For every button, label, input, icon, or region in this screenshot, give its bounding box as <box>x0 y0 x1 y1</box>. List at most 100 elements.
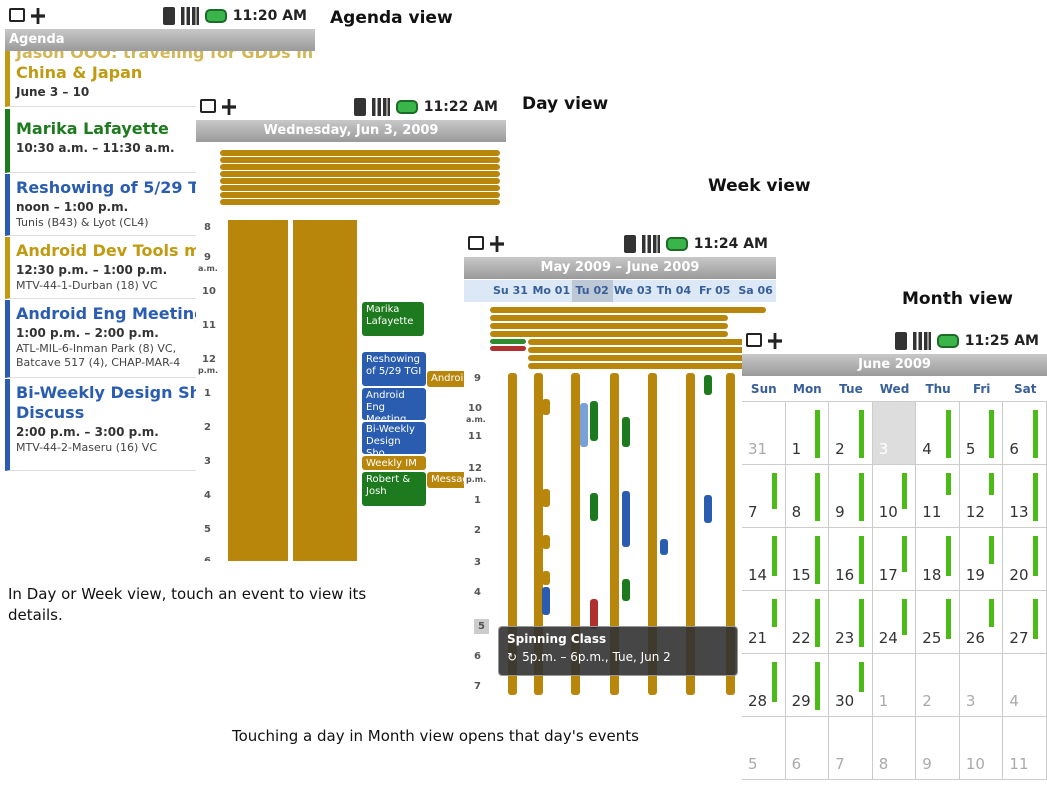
month-grid: 31 1 2 3 4 5 6 7 8 9 10 11 12 13 14 15 1… <box>742 402 1047 780</box>
all-day-event[interactable] <box>490 315 728 321</box>
month-day-cell[interactable]: 15 <box>785 528 830 591</box>
month-day-cell[interactable]: 10 <box>959 717 1004 780</box>
week-event-bar[interactable] <box>590 401 598 441</box>
week-event-bar[interactable] <box>704 495 712 523</box>
pm-label: p.m. <box>466 475 487 484</box>
day-number: 31 <box>748 440 768 458</box>
hour-label: 5 <box>474 619 489 634</box>
week-event-bar[interactable] <box>542 571 550 585</box>
week-event-bar[interactable] <box>622 579 630 601</box>
week-event-bar[interactable] <box>580 403 588 447</box>
month-day-cell[interactable]: 30 <box>829 654 873 717</box>
all-day-event[interactable] <box>220 171 500 177</box>
all-day-event[interactable] <box>528 363 766 369</box>
month-day-cell[interactable]: 29 <box>785 654 830 717</box>
event-popup[interactable]: Spinning Class ↻ 5p.m. – 6p.m., Tue, Jun… <box>498 626 738 676</box>
month-day-cell[interactable]: 19 <box>959 528 1004 591</box>
week-day-label[interactable]: Sa 06 <box>735 280 776 302</box>
day-event-bar[interactable] <box>293 220 357 561</box>
month-day-cell[interactable]: 31 <box>742 402 786 465</box>
month-day-cell[interactable]: 5 <box>742 717 786 780</box>
month-day-cell[interactable]: 9 <box>829 465 873 528</box>
all-day-event[interactable] <box>220 150 500 156</box>
all-day-event[interactable] <box>490 307 766 313</box>
day-event[interactable]: Android Eng Meeting <box>362 388 426 425</box>
week-event-bar[interactable] <box>704 375 712 395</box>
week-event-bar[interactable] <box>590 599 598 629</box>
all-day-event[interactable] <box>490 346 526 351</box>
week-day-label[interactable]: We 03 <box>613 280 654 302</box>
week-event-bar[interactable] <box>660 539 668 555</box>
month-day-cell[interactable]: 22 <box>785 591 830 654</box>
day-event[interactable]: Reshowing of 5/29 TGI <box>362 352 426 386</box>
all-day-event[interactable] <box>220 185 500 191</box>
month-day-cell[interactable]: 4 <box>1003 654 1047 717</box>
month-day-cell[interactable]: 21 <box>742 591 786 654</box>
month-day-cell[interactable]: 9 <box>916 717 960 780</box>
week-event-bar[interactable] <box>590 493 598 521</box>
all-day-event[interactable] <box>220 164 500 170</box>
month-day-cell[interactable]: 7 <box>829 717 873 780</box>
day-number: 19 <box>965 566 985 584</box>
month-day-cell[interactable]: 13 <box>1003 465 1047 528</box>
all-day-event[interactable] <box>220 199 500 205</box>
all-day-event[interactable] <box>490 323 728 329</box>
all-day-event[interactable] <box>528 339 766 345</box>
month-day-cell[interactable]: 3 <box>959 654 1004 717</box>
day-number: 4 <box>922 440 932 458</box>
month-day-cell[interactable]: 12 <box>959 465 1004 528</box>
month-day-cell[interactable]: 27 <box>1003 591 1047 654</box>
month-day-cell[interactable]: 25 <box>916 591 960 654</box>
month-day-cell[interactable]: 2 <box>829 402 873 465</box>
day-event-bar[interactable] <box>228 220 288 561</box>
month-day-cell[interactable]: 17 <box>872 528 917 591</box>
week-event-bar[interactable] <box>542 489 550 507</box>
month-day-cell[interactable]: 11 <box>1003 717 1047 780</box>
all-day-event[interactable] <box>528 347 766 353</box>
week-day-label[interactable]: Fr 05 <box>694 280 735 302</box>
week-event-bar[interactable] <box>542 587 550 615</box>
all-day-event[interactable] <box>220 178 500 184</box>
all-day-event[interactable] <box>220 157 500 163</box>
month-day-cell[interactable]: 20 <box>1003 528 1047 591</box>
month-day-cell[interactable]: 3 <box>872 402 917 465</box>
week-day-label[interactable]: Tu 02 <box>571 280 613 302</box>
month-day-cell[interactable]: 28 <box>742 654 786 717</box>
week-day-label[interactable]: Th 04 <box>653 280 694 302</box>
month-day-cell[interactable]: 18 <box>916 528 960 591</box>
day-event[interactable]: Robert & Josh <box>362 472 426 506</box>
month-day-cell[interactable]: 8 <box>785 465 830 528</box>
month-day-cell[interactable]: 24 <box>872 591 917 654</box>
all-day-event[interactable] <box>220 192 500 198</box>
month-day-cell[interactable]: 5 <box>959 402 1004 465</box>
clock: 11:22 AM <box>423 99 498 115</box>
month-day-cell[interactable]: 6 <box>1003 402 1047 465</box>
month-day-cell[interactable]: 6 <box>785 717 830 780</box>
week-event-bar[interactable] <box>542 535 550 549</box>
month-day-cell[interactable]: 26 <box>959 591 1004 654</box>
month-day-cell[interactable]: 1 <box>872 654 917 717</box>
month-day-cell[interactable]: 2 <box>916 654 960 717</box>
day-event[interactable]: Weekly IM <box>362 456 426 470</box>
month-day-cell[interactable]: 8 <box>872 717 917 780</box>
week-event-bar[interactable] <box>622 491 630 547</box>
month-day-cell[interactable]: 11 <box>916 465 960 528</box>
hour-label: 1 <box>204 388 211 399</box>
all-day-event[interactable] <box>528 355 766 361</box>
month-day-cell[interactable]: 16 <box>829 528 873 591</box>
week-day-label[interactable]: Mo 01 <box>531 280 572 302</box>
month-day-cell[interactable]: 1 <box>785 402 830 465</box>
month-day-cell[interactable]: 4 <box>916 402 960 465</box>
day-event[interactable]: Bi-Weekly Design Sho <box>362 422 426 459</box>
all-day-event[interactable] <box>490 339 526 344</box>
all-day-event[interactable] <box>490 331 728 337</box>
week-event-bar[interactable] <box>622 417 630 447</box>
week-event-bar[interactable] <box>542 399 550 415</box>
month-day-cell[interactable]: 14 <box>742 528 786 591</box>
month-day-cell[interactable]: 23 <box>829 591 873 654</box>
week-day-label[interactable]: Su 31 <box>490 280 531 302</box>
notification-icon <box>9 8 25 22</box>
month-day-cell[interactable]: 7 <box>742 465 786 528</box>
day-event[interactable]: Marika Lafayette <box>362 302 424 336</box>
month-day-cell[interactable]: 10 <box>872 465 917 528</box>
